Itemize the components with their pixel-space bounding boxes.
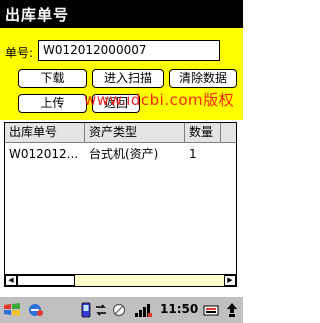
clear-data-button[interactable]: 清除数据 (169, 69, 237, 88)
title-bar: 出库单号 (0, 0, 243, 28)
column-header-order-number[interactable]: 出库单号 (5, 123, 85, 143)
start-scan-button[interactable]: 进入扫描 (92, 69, 164, 88)
input-panel-arrow-icon[interactable] (225, 302, 239, 318)
data-grid[interactable]: 出库单号 资产类型 数量 W012012... 台式机(资产) 1 ◀ ▶ (4, 122, 237, 287)
order-form: 单号: W012012000007 下载 进入扫描 清除数据 上传 返回 www… (0, 28, 243, 120)
sync-arrows-icon[interactable] (94, 302, 108, 318)
signal-strength-icon[interactable] (134, 302, 152, 318)
watermark-text: www.idcbi.com版权 (84, 91, 235, 109)
download-button[interactable]: 下载 (18, 69, 87, 88)
no-connection-icon[interactable] (112, 302, 126, 318)
table-row[interactable]: W012012... 台式机(资产) 1 (5, 145, 236, 163)
cell-asset-type: 台式机(资产) (89, 147, 159, 161)
scroll-right-arrow-icon[interactable]: ▶ (224, 275, 236, 286)
app-switch-icon[interactable] (28, 302, 44, 318)
windows-start-icon[interactable] (3, 302, 21, 318)
order-number-label: 单号: (5, 46, 34, 60)
keyboard-icon[interactable] (203, 302, 219, 318)
order-number-input[interactable]: W012012000007 (38, 40, 220, 61)
scrollbar-thumb[interactable] (17, 275, 75, 286)
cell-quantity: 1 (189, 147, 197, 161)
scroll-left-arrow-icon[interactable]: ◀ (5, 275, 17, 286)
taskbar: 11:50 (0, 296, 243, 323)
upload-button[interactable]: 上传 (18, 94, 87, 113)
column-header-asset-type[interactable]: 资产类型 (85, 123, 185, 143)
cell-order-number: W012012... (9, 147, 79, 161)
window-title: 出库单号 (5, 6, 70, 24)
grid-header: 出库单号 资产类型 数量 (5, 123, 236, 143)
horizontal-scrollbar[interactable]: ◀ ▶ (5, 274, 236, 286)
column-header-filler (221, 123, 236, 143)
column-header-quantity[interactable]: 数量 (185, 123, 221, 143)
device-icon[interactable] (80, 302, 92, 318)
clock-time[interactable]: 11:50 (160, 302, 198, 316)
